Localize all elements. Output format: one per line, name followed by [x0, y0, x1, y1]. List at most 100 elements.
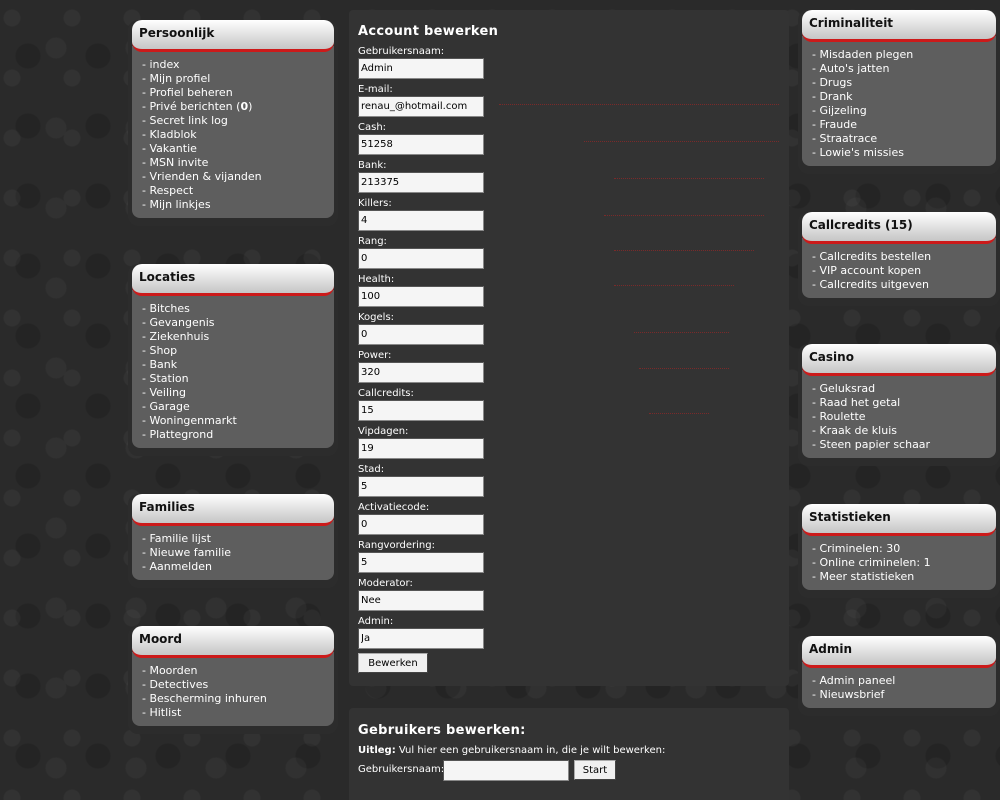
- menu-msn-invite[interactable]: - MSN invite: [142, 156, 326, 170]
- box-criminaliteit: Criminaliteit - Misdaden plegen - Auto's…: [798, 10, 1000, 174]
- menu-lowies-missies[interactable]: - Lowie's missies: [812, 146, 988, 160]
- menu-autos-jatten[interactable]: - Auto's jatten: [812, 62, 988, 76]
- start-button[interactable]: Start: [574, 760, 616, 780]
- moderator-input[interactable]: [358, 590, 484, 611]
- menu-bescherming-inhuren[interactable]: - Bescherming inhuren: [142, 692, 326, 706]
- killers-input[interactable]: [358, 210, 484, 231]
- menu-garage[interactable]: - Garage: [142, 400, 326, 414]
- menu-veiling[interactable]: - Veiling: [142, 386, 326, 400]
- box-header: Admin: [802, 636, 996, 668]
- box-title: Locaties: [139, 270, 196, 284]
- box-header: Persoonlijk: [132, 20, 334, 52]
- gebruikersnaam-label: Gebruikersnaam:: [358, 46, 445, 57]
- menu-fraude[interactable]: - Fraude: [812, 118, 988, 132]
- admin-input[interactable]: [358, 628, 484, 649]
- menu-geluksrad[interactable]: - Geluksrad: [812, 382, 988, 396]
- menu-woningenmarkt[interactable]: - Woningenmarkt: [142, 414, 326, 428]
- menu-bitches[interactable]: - Bitches: [142, 302, 326, 316]
- menu-prive-label: - Privé berichten (: [142, 100, 241, 113]
- bank-input[interactable]: [358, 172, 484, 193]
- menu-kladblok[interactable]: - Kladblok: [142, 128, 326, 142]
- user-edit-panel: Gebruikers bewerken: Uitleg: Vul hier ee…: [349, 708, 789, 800]
- menu-mijn-linkjes[interactable]: - Mijn linkjes: [142, 198, 326, 212]
- email-input[interactable]: [358, 96, 484, 117]
- menu-misdaden-plegen[interactable]: - Misdaden plegen: [812, 48, 988, 62]
- menu-gevangenis[interactable]: - Gevangenis: [142, 316, 326, 330]
- vipdagen-input[interactable]: [358, 438, 484, 459]
- account-title: Account bewerken: [358, 24, 499, 39]
- menu-gijzeling[interactable]: - Gijzeling: [812, 104, 988, 118]
- menu-respect[interactable]: - Respect: [142, 184, 326, 198]
- rang-input[interactable]: [358, 248, 484, 269]
- menu-straatrace[interactable]: - Straatrace: [812, 132, 988, 146]
- menu-drugs[interactable]: - Drugs: [812, 76, 988, 90]
- menu-nieuwsbrief[interactable]: - Nieuwsbrief: [812, 688, 988, 702]
- decorative-dots: [614, 178, 764, 179]
- menu-admin-paneel[interactable]: - Admin paneel: [812, 674, 988, 688]
- menu-meer-statistieken[interactable]: - Meer statistieken: [812, 570, 988, 584]
- menu-index[interactable]: - index: [142, 58, 326, 72]
- box-header: Statistieken: [802, 504, 996, 536]
- moderator-label: Moderator:: [358, 578, 413, 589]
- menu-kraak-de-kluis[interactable]: - Kraak de kluis: [812, 424, 988, 438]
- users-field-label: Gebruikersnaam:: [358, 764, 445, 775]
- menu-aanmelden[interactable]: - Aanmelden: [142, 560, 326, 574]
- activatiecode-input[interactable]: [358, 514, 484, 535]
- box-header: Locaties: [132, 264, 334, 296]
- email-label: E-mail:: [358, 84, 393, 95]
- menu-prive-berichten[interactable]: - Privé berichten (0): [142, 100, 326, 114]
- menu-mijn-profiel[interactable]: - Mijn profiel: [142, 72, 326, 86]
- menu-station[interactable]: - Station: [142, 372, 326, 386]
- rangvordering-input[interactable]: [358, 552, 484, 573]
- menu-raad-het-getal[interactable]: - Raad het getal: [812, 396, 988, 410]
- gebruikersnaam-input[interactable]: [358, 58, 484, 79]
- decorative-dots: [499, 104, 779, 105]
- menu-steen-papier-schaar[interactable]: - Steen papier schaar: [812, 438, 988, 452]
- menu-drank[interactable]: - Drank: [812, 90, 988, 104]
- menu-vip-account-kopen[interactable]: - VIP account kopen: [812, 264, 988, 278]
- health-label: Health:: [358, 274, 395, 285]
- users-title: Gebruikers bewerken:: [358, 723, 526, 738]
- callcredits-input[interactable]: [358, 400, 484, 421]
- stad-input[interactable]: [358, 476, 484, 497]
- killers-label: Killers:: [358, 198, 392, 209]
- box-body: - Admin paneel - Nieuwsbrief: [802, 662, 996, 708]
- menu-vrienden-vijanden[interactable]: - Vrienden & vijanden: [142, 170, 326, 184]
- menu-plattegrond[interactable]: - Plattegrond: [142, 428, 326, 442]
- menu-profiel-beheren[interactable]: - Profiel beheren: [142, 86, 326, 100]
- box-moord: Moord - Moorden - Detectives - Beschermi…: [128, 626, 338, 734]
- menu-callcredits-bestellen[interactable]: - Callcredits bestellen: [812, 250, 988, 264]
- menu-roulette[interactable]: - Roulette: [812, 410, 988, 424]
- box-title: Persoonlijk: [139, 26, 215, 40]
- box-header: Callcredits (15): [802, 212, 996, 244]
- box-title: Admin: [809, 642, 853, 656]
- box-header: Moord: [132, 626, 334, 658]
- power-input[interactable]: [358, 362, 484, 383]
- users-search-input[interactable]: [443, 760, 569, 781]
- box-title: Moord: [139, 632, 182, 646]
- rangvordering-label: Rangvordering:: [358, 540, 435, 551]
- box-body: - Moorden - Detectives - Bescherming inh…: [132, 652, 334, 726]
- menu-vakantie[interactable]: - Vakantie: [142, 142, 326, 156]
- menu-shop[interactable]: - Shop: [142, 344, 326, 358]
- menu-nieuwe-familie[interactable]: - Nieuwe familie: [142, 546, 326, 560]
- menu-moorden[interactable]: - Moorden: [142, 664, 326, 678]
- menu-callcredits-uitgeven[interactable]: - Callcredits uitgeven: [812, 278, 988, 292]
- menu-bank[interactable]: - Bank: [142, 358, 326, 372]
- menu-hitlist[interactable]: - Hitlist: [142, 706, 326, 720]
- bank-label: Bank:: [358, 160, 387, 171]
- users-note-label: Uitleg:: [358, 745, 396, 756]
- bewerken-button[interactable]: Bewerken: [358, 653, 428, 673]
- stad-label: Stad:: [358, 464, 385, 475]
- cash-input[interactable]: [358, 134, 484, 155]
- kogels-input[interactable]: [358, 324, 484, 345]
- health-input[interactable]: [358, 286, 484, 307]
- menu-secret-link-log[interactable]: - Secret link log: [142, 114, 326, 128]
- menu-ziekenhuis[interactable]: - Ziekenhuis: [142, 330, 326, 344]
- decorative-dots: [634, 332, 729, 333]
- box-casino: Casino - Geluksrad - Raad het getal - Ro…: [798, 344, 1000, 466]
- power-label: Power:: [358, 350, 392, 361]
- admin-label: Admin:: [358, 616, 394, 627]
- menu-familie-lijst[interactable]: - Familie lijst: [142, 532, 326, 546]
- menu-detectives[interactable]: - Detectives: [142, 678, 326, 692]
